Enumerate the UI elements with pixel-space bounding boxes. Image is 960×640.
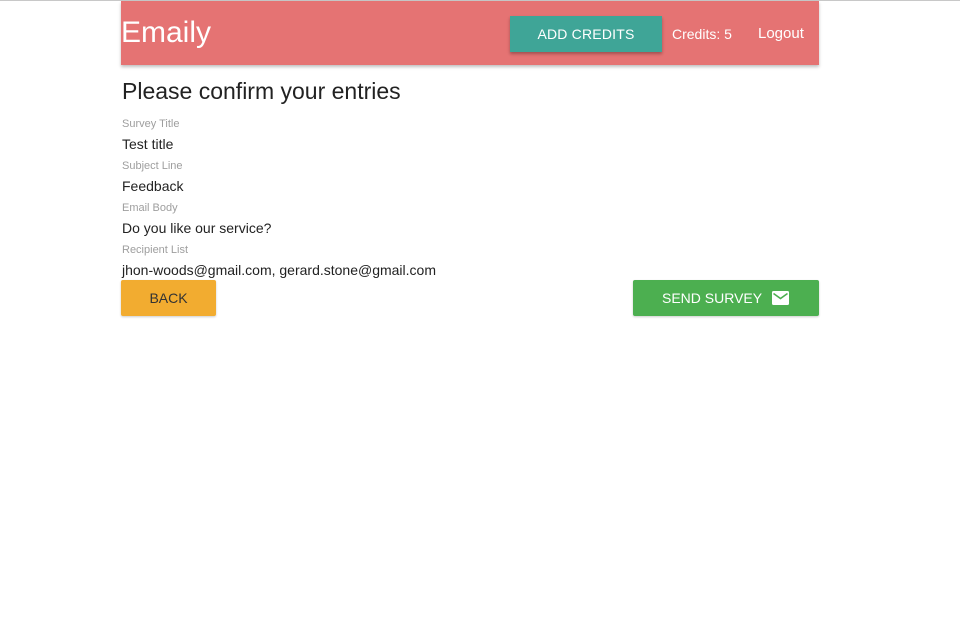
send-survey-button[interactable]: SEND SURVEY <box>633 280 819 316</box>
credits-count: Credits: 5 <box>672 26 732 42</box>
field-label: Subject Line <box>122 160 183 172</box>
field-value: Do you like our service? <box>122 220 272 236</box>
field-label: Survey Title <box>122 118 180 130</box>
add-credits-button[interactable]: ADD CREDITS <box>510 16 662 52</box>
send-survey-label: SEND SURVEY <box>662 290 763 306</box>
logout-link[interactable]: Logout <box>758 23 804 45</box>
app-container: Emaily ADD CREDITS Credits: 5 Logout Ple… <box>121 1 819 640</box>
brand-logo[interactable]: Emaily <box>121 15 211 51</box>
navbar: Emaily ADD CREDITS Credits: 5 Logout <box>121 1 819 65</box>
page-title: Please confirm your entries <box>122 78 401 104</box>
field-value: jhon-woods@gmail.com, gerard.stone@gmail… <box>122 262 436 278</box>
field-label: Recipient List <box>122 244 189 256</box>
back-button[interactable]: BACK <box>121 280 216 316</box>
field-value: Feedback <box>122 178 184 194</box>
field-label: Email Body <box>122 202 178 214</box>
field-value: Test title <box>122 136 174 152</box>
email-icon <box>772 291 789 305</box>
